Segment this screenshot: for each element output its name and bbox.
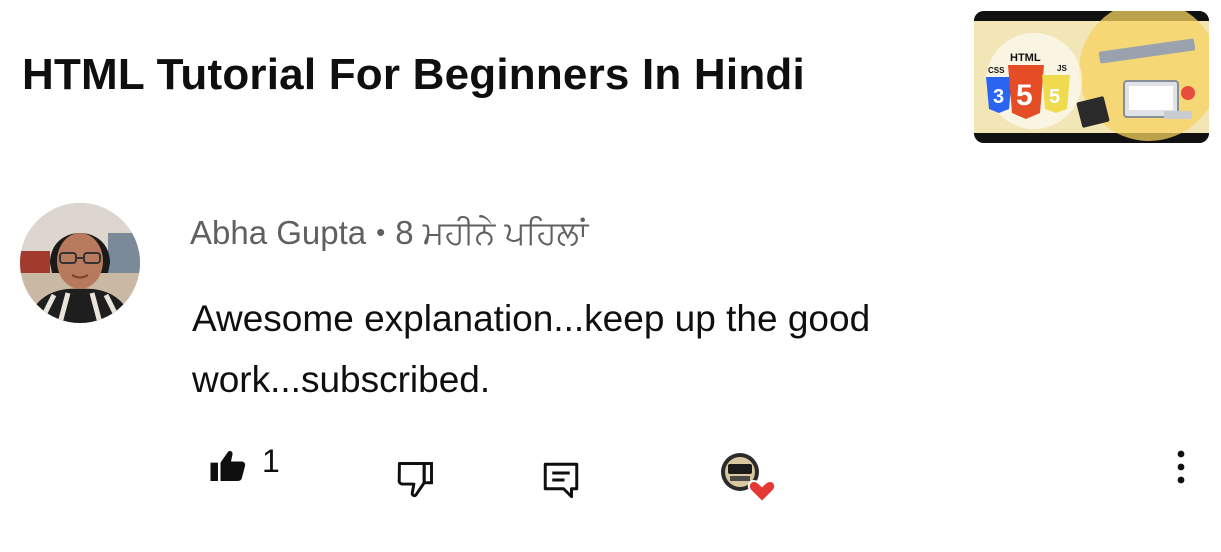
creator-avatar-icon: [721, 453, 777, 504]
thumbnail-image: HTML CSS JS 3 5 5: [974, 11, 1209, 143]
meta-separator: •: [376, 217, 386, 247]
video-title[interactable]: HTML Tutorial For Beginners In Hindi: [22, 50, 805, 100]
comment-author[interactable]: Abha Gupta: [190, 214, 366, 251]
more-vertical-icon: [1177, 450, 1185, 484]
thumbs-down-outline-icon: [397, 462, 433, 498]
reply-button[interactable]: [540, 458, 582, 502]
comment-text: Awesome explanation...keep up the good w…: [192, 298, 871, 400]
reply-comment-icon: [543, 462, 579, 499]
comment-page: HTML Tutorial For Beginners In Hindi HTM…: [0, 0, 1221, 552]
creator-heart-badge: [718, 452, 780, 504]
comment-meta: Abha Gupta • 8 ਮਹੀਨੇ ਪਹਿਲਾਂ: [190, 214, 588, 253]
thumb-html-label: HTML: [1010, 52, 1041, 64]
comment-timestamp: 8 ਮਹੀਨੇ ਪਹਿਲਾਂ: [395, 214, 589, 251]
css-badge-text: 3: [993, 86, 1004, 108]
more-options-button[interactable]: [1168, 448, 1194, 488]
js-badge-text: 5: [1049, 86, 1060, 108]
dislike-button[interactable]: [393, 458, 437, 502]
thumb-js-label: JS: [1057, 64, 1067, 73]
html-badge-text: 5: [1016, 79, 1033, 112]
thumb-css-label: CSS: [988, 66, 1005, 75]
avatar[interactable]: [20, 203, 140, 323]
thumbs-up-filled-icon: [210, 451, 246, 481]
heart-icon: [747, 479, 777, 504]
video-thumbnail[interactable]: HTML CSS JS 3 5 5: [974, 11, 1209, 143]
like-button[interactable]: 1: [208, 442, 280, 486]
avatar-image: [20, 203, 140, 323]
like-count: 1: [262, 442, 280, 479]
